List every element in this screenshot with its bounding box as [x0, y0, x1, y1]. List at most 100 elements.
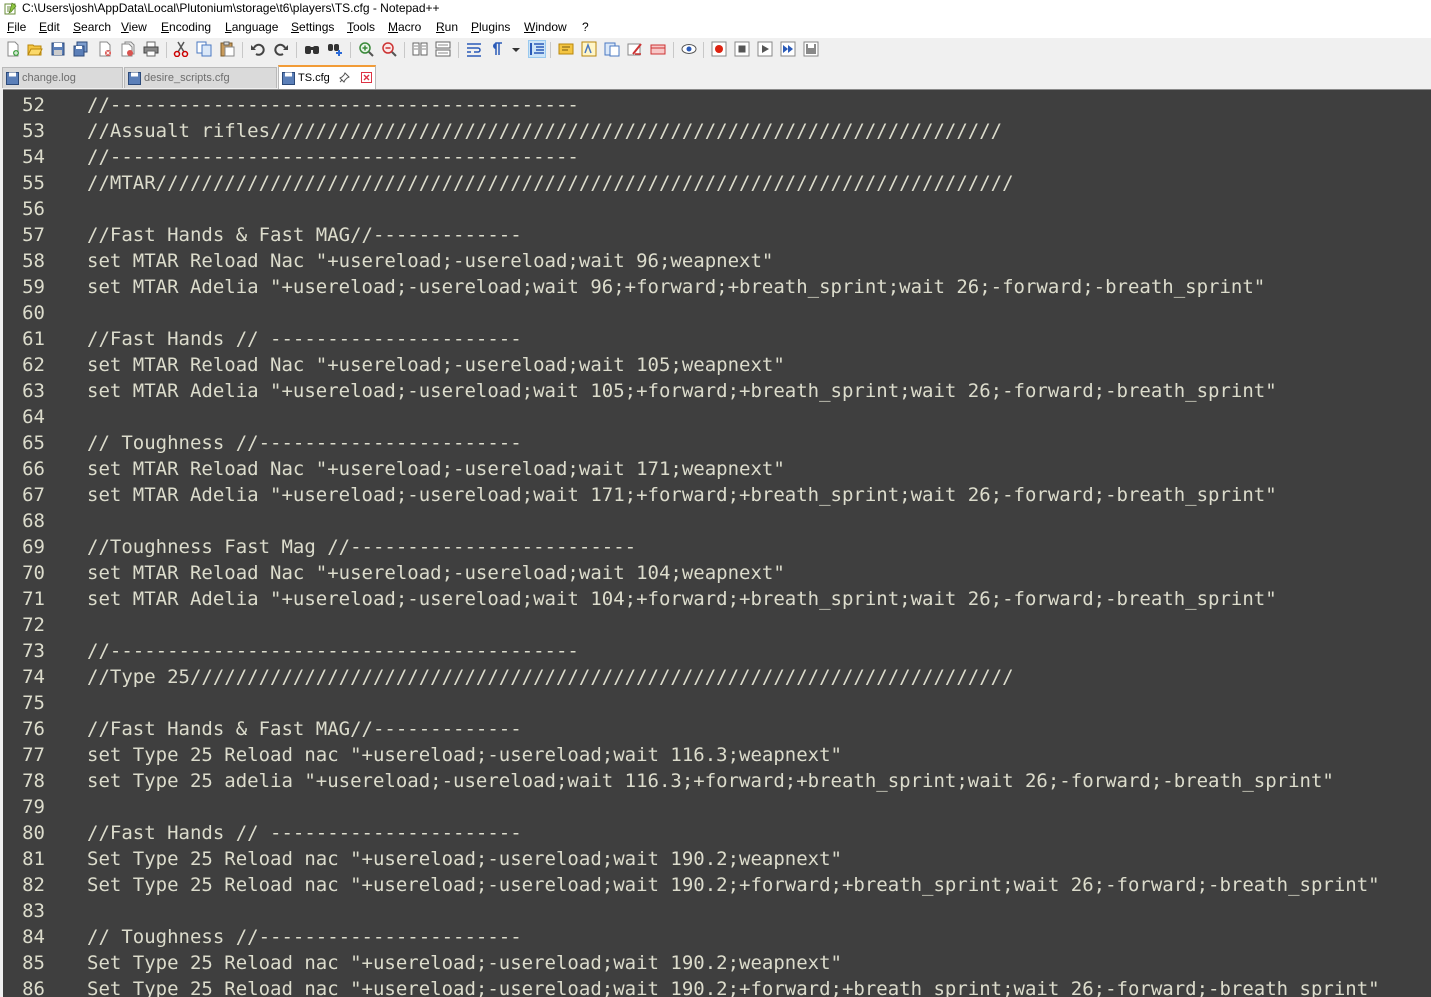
code-line[interactable]: 55 //MTAR////////////////////////////////… [3, 170, 1431, 196]
menu-tools[interactable]: Tools [345, 20, 377, 34]
language-icon[interactable] [558, 41, 574, 57]
code-text[interactable]: set MTAR Adelia "+usereload;-usereload;w… [87, 586, 1277, 612]
code-line[interactable]: 73 //------------------------------------… [3, 638, 1431, 664]
show-all-characters-icon[interactable] [489, 41, 505, 57]
code-line[interactable]: 60 [3, 300, 1431, 326]
code-text[interactable]: //Type 25///////////////////////////////… [87, 664, 1014, 690]
replace-icon[interactable] [327, 41, 343, 57]
code-line[interactable]: 56 [3, 196, 1431, 222]
code-line[interactable]: 86 Set Type 25 Reload nac "+usereload;-us… [3, 976, 1431, 997]
function-list-icon[interactable] [604, 41, 620, 57]
code-line[interactable]: 66 set MTAR Reload Nac "+usereload;-usere… [3, 456, 1431, 482]
stop-macro-icon[interactable] [734, 41, 750, 57]
word-wrap-icon[interactable] [466, 41, 482, 57]
redo-icon[interactable] [273, 41, 289, 57]
menu-encoding[interactable]: Encoding [159, 20, 213, 34]
code-text[interactable]: Set Type 25 Reload nac "+usereload;-user… [87, 846, 842, 872]
menu-language[interactable]: Language [223, 20, 280, 34]
code-line[interactable]: 81 Set Type 25 Reload nac "+usereload;-us… [3, 846, 1431, 872]
code-text[interactable]: Set Type 25 Reload nac "+usereload;-user… [87, 872, 1380, 898]
code-line[interactable]: 74 //Type 25/////////////////////////////… [3, 664, 1431, 690]
dropdown-icon[interactable] [511, 41, 521, 57]
close-tab-icon[interactable] [361, 72, 372, 83]
editor[interactable]: 52 //------------------------------------… [3, 89, 1431, 997]
sync-vertical-icon[interactable] [412, 41, 428, 57]
code-line[interactable]: 84 // Toughness //----------------------- [3, 924, 1431, 950]
menu-macro[interactable]: Macro [386, 20, 423, 34]
code-line[interactable]: 61 //Fast Hands // ---------------------- [3, 326, 1431, 352]
code-text[interactable]: Set Type 25 Reload nac "+usereload;-user… [87, 950, 842, 976]
zoom-out-icon[interactable] [381, 41, 397, 57]
code-text[interactable]: //Assualt rifles////////////////////////… [87, 118, 1002, 144]
code-line[interactable]: 63 set MTAR Adelia "+usereload;-usereload… [3, 378, 1431, 404]
code-line[interactable]: 58 set MTAR Reload Nac "+usereload;-usere… [3, 248, 1431, 274]
document-map-icon[interactable] [581, 41, 597, 57]
menu-run[interactable]: Run [434, 20, 460, 34]
code-line[interactable]: 83 [3, 898, 1431, 924]
close-all-icon[interactable] [120, 41, 136, 57]
menu-view[interactable]: View [119, 20, 149, 34]
menu-file[interactable]: File [5, 20, 28, 34]
code-line[interactable]: 62 set MTAR Reload Nac "+usereload;-usere… [3, 352, 1431, 378]
code-text[interactable]: set MTAR Adelia "+usereload;-usereload;w… [87, 378, 1277, 404]
tab-desire-scripts-cfg[interactable]: desire_scripts.cfg [124, 67, 277, 88]
code-line[interactable]: 54 //------------------------------------… [3, 144, 1431, 170]
code-line[interactable]: 79 [3, 794, 1431, 820]
cut-icon[interactable] [173, 41, 189, 57]
tab-change-log[interactable]: change.log [2, 67, 123, 88]
code-line[interactable]: 77 set Type 25 Reload nac "+usereload;-us… [3, 742, 1431, 768]
save-macro-icon[interactable] [803, 41, 819, 57]
code-line[interactable]: 69 //Toughness Fast Mag //---------------… [3, 534, 1431, 560]
code-line[interactable]: 85 Set Type 25 Reload nac "+usereload;-us… [3, 950, 1431, 976]
close-icon[interactable] [97, 41, 113, 57]
code-line[interactable]: 72 [3, 612, 1431, 638]
code-line[interactable]: 64 [3, 404, 1431, 430]
code-text[interactable]: set MTAR Reload Nac "+usereload;-userelo… [87, 352, 785, 378]
code-line[interactable]: 82 Set Type 25 Reload nac "+usereload;-us… [3, 872, 1431, 898]
code-line[interactable]: 52 //------------------------------------… [3, 92, 1431, 118]
code-text[interactable]: set MTAR Reload Nac "+usereload;-userelo… [87, 560, 785, 586]
monitoring-icon[interactable] [650, 41, 666, 57]
print-icon[interactable] [143, 41, 159, 57]
menu-search[interactable]: Search [71, 20, 113, 34]
preview-icon[interactable] [681, 41, 697, 57]
code-line[interactable]: 76 //Fast Hands & Fast MAG//------------- [3, 716, 1431, 742]
menu-plugins[interactable]: Plugins [469, 20, 512, 34]
code-text[interactable]: //--------------------------------------… [87, 92, 579, 118]
menu-help[interactable]: ? [580, 20, 591, 34]
zoom-in-icon[interactable] [358, 41, 374, 57]
menu-settings[interactable]: Settings [289, 20, 336, 34]
code-line[interactable]: 70 set MTAR Reload Nac "+usereload;-usere… [3, 560, 1431, 586]
code-text[interactable]: //MTAR//////////////////////////////////… [87, 170, 1014, 196]
code-text[interactable]: set MTAR Adelia "+usereload;-usereload;w… [87, 274, 1265, 300]
code-lines[interactable]: 52 //------------------------------------… [3, 92, 1431, 997]
sync-horizontal-icon[interactable] [435, 41, 451, 57]
open-file-icon[interactable] [27, 41, 43, 57]
tab-ts-cfg[interactable]: TS.cfg [278, 65, 376, 89]
code-line[interactable]: 68 [3, 508, 1431, 534]
record-macro-icon[interactable] [711, 41, 727, 57]
code-line[interactable]: 78 set Type 25 adelia "+usereload;-userel… [3, 768, 1431, 794]
code-text[interactable]: set MTAR Reload Nac "+usereload;-userelo… [87, 456, 785, 482]
undo-icon[interactable] [250, 41, 266, 57]
code-text[interactable]: //--------------------------------------… [87, 638, 579, 664]
code-text[interactable]: //Fast Hands & Fast MAG//------------- [87, 222, 522, 248]
code-line[interactable]: 59 set MTAR Adelia "+usereload;-usereload… [3, 274, 1431, 300]
code-line[interactable]: 71 set MTAR Adelia "+usereload;-usereload… [3, 586, 1431, 612]
folder-as-workspace-icon[interactable] [627, 41, 643, 57]
new-file-icon[interactable] [5, 41, 21, 57]
code-text[interactable]: //Fast Hands // ---------------------- [87, 820, 522, 846]
code-text[interactable]: set MTAR Reload Nac "+usereload;-userelo… [87, 248, 773, 274]
find-icon[interactable] [304, 41, 320, 57]
code-text[interactable]: set MTAR Adelia "+usereload;-usereload;w… [87, 482, 1277, 508]
save-icon[interactable] [50, 41, 66, 57]
indent-guide-icon[interactable] [528, 40, 546, 58]
save-all-icon[interactable] [73, 41, 89, 57]
copy-icon[interactable] [196, 41, 212, 57]
code-line[interactable]: 67 set MTAR Adelia "+usereload;-usereload… [3, 482, 1431, 508]
code-line[interactable]: 80 //Fast Hands // ---------------------- [3, 820, 1431, 846]
code-text[interactable]: //--------------------------------------… [87, 144, 579, 170]
pin-icon[interactable] [339, 72, 350, 83]
code-text[interactable]: Set Type 25 Reload nac "+usereload;-user… [87, 976, 1380, 997]
code-text[interactable]: set Type 25 Reload nac "+usereload;-user… [87, 742, 842, 768]
